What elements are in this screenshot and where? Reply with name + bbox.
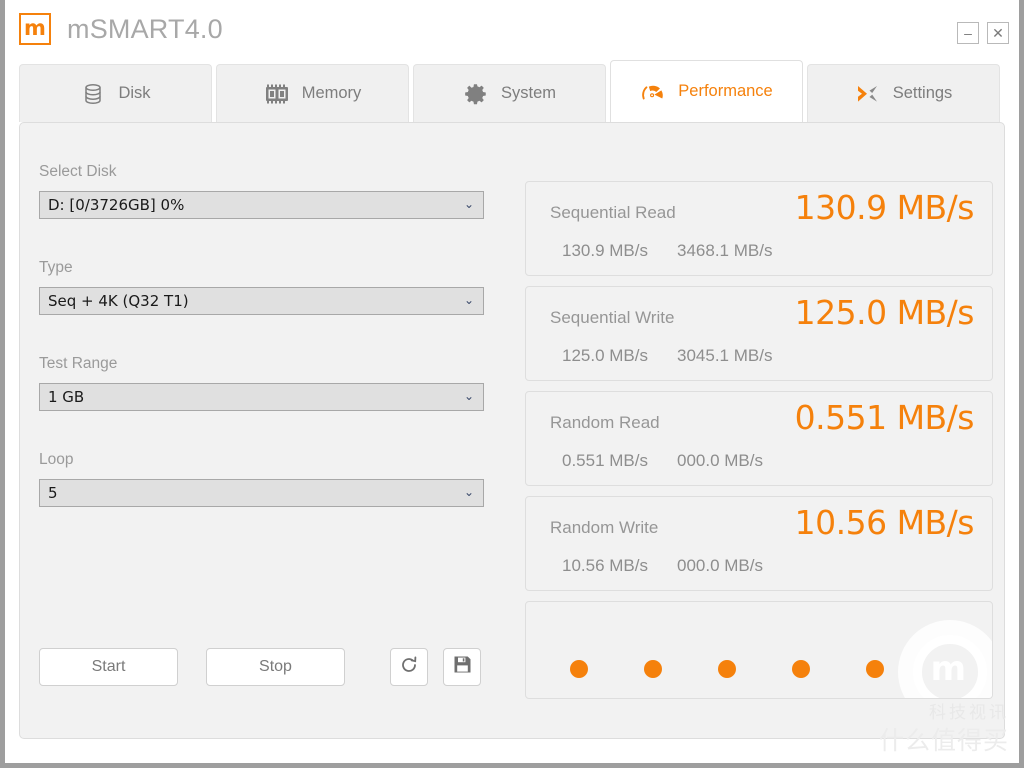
result-main-value: 10.56 MB/s [794,503,975,542]
result-card-sequential-write: Sequential Write 125.0 MB/s 125.0 MB/s 3… [525,286,993,381]
title-bar: m mSMART4.0 – ✕ [5,0,1019,58]
window-controls: – ✕ [957,22,1009,44]
progress-dot [866,660,884,678]
close-button[interactable]: ✕ [987,22,1009,44]
memory-chip-icon [264,81,290,107]
test-range-label: Test Range [39,355,118,372]
results-panel: Sequential Read 130.9 MB/s 130.9 MB/s 34… [525,181,993,699]
test-settings-panel: Select Disk D: [0/3726GB] 0% ⌄ Type Seq … [39,163,484,547]
performance-panel: Select Disk D: [0/3726GB] 0% ⌄ Type Seq … [19,122,1005,739]
field-test-range: Test Range 1 GB ⌄ [39,355,484,411]
result-card-random-read: Random Read 0.551 MB/s 0.551 MB/s 000.0 … [525,391,993,486]
result-label: Sequential Read [550,203,676,222]
select-disk-label: Select Disk [39,163,117,180]
gear-icon [463,81,489,107]
result-sub-value-2: 000.0 MB/s [677,556,763,575]
loop-label: Loop [39,451,74,468]
tab-disk[interactable]: Disk [19,64,212,122]
result-main-value: 0.551 MB/s [794,398,975,437]
tab-memory[interactable]: Memory [216,64,409,122]
save-button[interactable] [443,648,481,686]
result-card-random-write: Random Write 10.56 MB/s 10.56 MB/s 000.0… [525,496,993,591]
result-sub-value-1: 125.0 MB/s [562,346,648,365]
loop-value: 5 [48,484,58,502]
save-floppy-icon [453,655,472,679]
select-disk-dropdown[interactable]: D: [0/3726GB] 0% ⌄ [39,191,484,219]
type-dropdown[interactable]: Seq + 4K (Q32 T1) ⌄ [39,287,484,315]
loop-progress-panel: m [525,601,993,699]
chevron-down-icon: ⌄ [463,293,474,307]
result-sub-value-2: 3468.1 MB/s [677,241,773,260]
progress-dot [570,660,588,678]
type-value: Seq + 4K (Q32 T1) [48,292,189,310]
result-label: Random Read [550,413,660,432]
type-label: Type [39,259,73,276]
result-sub-values: 130.9 MB/s 3468.1 MB/s [562,241,772,261]
test-range-dropdown[interactable]: 1 GB ⌄ [39,383,484,411]
field-select-disk: Select Disk D: [0/3726GB] 0% ⌄ [39,163,484,219]
result-sub-value-1: 10.56 MB/s [562,556,648,575]
chevron-down-icon: ⌄ [463,485,474,499]
tab-performance[interactable]: Performance [610,60,803,122]
result-sub-value-1: 130.9 MB/s [562,241,648,260]
progress-dot [718,660,736,678]
chevron-down-icon: ⌄ [463,389,474,403]
tab-system-label: System [500,84,556,102]
app-logo-letter: m [24,15,46,40]
result-main-value: 125.0 MB/s [794,293,975,332]
tab-settings[interactable]: Settings [807,64,1000,122]
chevron-down-icon: ⌄ [463,197,474,211]
loop-progress-dots [570,660,884,678]
result-label: Sequential Write [550,308,675,327]
progress-dot [644,660,662,678]
result-sub-value-2: 000.0 MB/s [677,451,763,470]
database-icon [80,81,106,107]
test-range-value: 1 GB [48,388,85,406]
tab-performance-label: Performance [678,82,773,100]
app-title: mSMART4.0 [67,13,223,44]
minimize-button[interactable]: – [957,22,979,44]
progress-dot [792,660,810,678]
result-sub-value-2: 3045.1 MB/s [677,346,773,365]
speedometer-icon [640,79,666,105]
watermark-logo-letter: m [930,649,966,689]
tab-disk-label: Disk [118,84,151,102]
action-button-row: Start Stop [39,648,481,686]
result-card-sequential-read: Sequential Read 130.9 MB/s 130.9 MB/s 34… [525,181,993,276]
refresh-icon [399,655,419,680]
start-button[interactable]: Start [39,648,178,686]
result-main-value: 130.9 MB/s [794,188,975,227]
field-loop: Loop 5 ⌄ [39,451,484,507]
result-sub-value-1: 0.551 MB/s [562,451,648,470]
result-sub-values: 125.0 MB/s 3045.1 MB/s [562,346,772,366]
stop-button[interactable]: Stop [206,648,345,686]
select-disk-value: D: [0/3726GB] 0% [48,196,185,214]
tab-memory-label: Memory [301,84,362,102]
tab-system[interactable]: System [413,64,606,122]
refresh-button[interactable] [390,648,428,686]
loop-dropdown[interactable]: 5 ⌄ [39,479,484,507]
field-type: Type Seq + 4K (Q32 T1) ⌄ [39,259,484,315]
application-window: m mSMART4.0 – ✕ Disk Memory System Perfo… [0,0,1024,768]
cross-arrows-icon [855,81,881,107]
tab-settings-label: Settings [892,84,953,102]
app-logo-icon: m [19,13,51,45]
result-sub-values: 0.551 MB/s 000.0 MB/s [562,451,763,471]
result-sub-values: 10.56 MB/s 000.0 MB/s [562,556,763,576]
result-label: Random Write [550,518,659,537]
tab-bar: Disk Memory System Performance Settings [5,60,1019,122]
